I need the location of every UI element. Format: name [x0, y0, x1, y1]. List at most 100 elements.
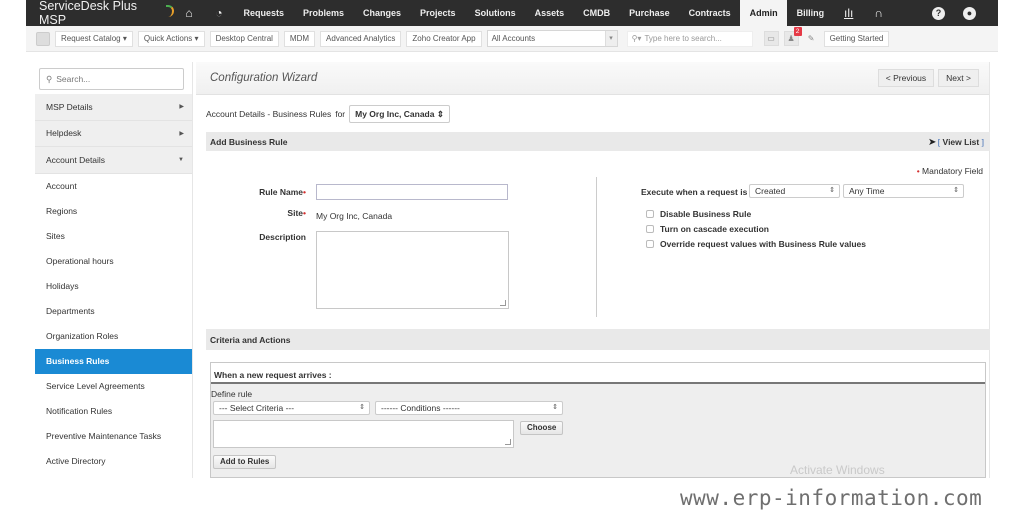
advanced-analytics-button[interactable]: Advanced Analytics [320, 30, 402, 47]
sidebar-item-active-directory[interactable]: Active Directory [35, 449, 192, 474]
sidebar-group-account-details[interactable]: Account Details ▼ [35, 147, 192, 174]
nav-billing[interactable]: Billing [787, 0, 834, 26]
sidebar-item-account[interactable]: Account [35, 174, 192, 199]
previous-label: Previous [893, 73, 927, 83]
nav-changes[interactable]: Changes [354, 0, 411, 26]
rule-name-input[interactable] [316, 184, 508, 200]
user-settings-icon[interactable]: ● [963, 6, 976, 20]
page-title: Configuration Wizard [210, 72, 318, 84]
sidebar-item-departments[interactable]: Departments [35, 299, 192, 324]
select-criteria-value: --- Select Criteria --- [219, 403, 295, 413]
wizard-header: Configuration Wizard < Previous Next > [196, 62, 989, 95]
cascade-checkbox[interactable] [646, 225, 654, 233]
description-textarea[interactable] [316, 231, 509, 309]
add-business-rule-header: Add Business Rule [ View List ] [206, 132, 990, 151]
group-label: Account Details [46, 154, 106, 165]
nav-purchase[interactable]: Purchase [620, 0, 680, 26]
override-checkbox[interactable] [646, 240, 654, 248]
criteria-value-textarea[interactable] [213, 420, 514, 448]
sidebar-item-notification-rules[interactable]: Notification Rules [35, 399, 192, 424]
execute-time-value: Any Time [849, 186, 885, 196]
notification-badge: 2 [793, 27, 802, 36]
chevron-down-icon: ▾ [604, 31, 617, 46]
execute-event-value: Created [755, 186, 786, 196]
nav-contracts[interactable]: Contracts [679, 0, 740, 26]
global-search-input[interactable]: ⚲▾ Type here to search... [626, 30, 753, 47]
up-down-icon: ⇕ [436, 109, 444, 119]
override-values-option[interactable]: Override request values with Business Ru… [646, 239, 866, 249]
next-button[interactable]: Next > [938, 69, 979, 87]
sidebar-group-msp-details[interactable]: MSP Details ▶ [35, 94, 192, 121]
nav-assets[interactable]: Assets [525, 0, 574, 26]
cascade-execution-option[interactable]: Turn on cascade execution [646, 224, 769, 234]
reminders-icon[interactable]: ▭ [763, 31, 779, 46]
mdm-button[interactable]: MDM [283, 30, 316, 47]
group-label: Helpdesk [46, 128, 82, 139]
nav-projects[interactable]: Projects [411, 0, 466, 26]
sidebar-item-operational-hours[interactable]: Operational hours [35, 249, 192, 274]
chevron-right-icon: ▶ [179, 130, 184, 137]
zoho-creator-button[interactable]: Zoho Creator App [406, 30, 482, 47]
accounts-select[interactable]: All Accounts ▾ [486, 30, 618, 47]
context-label: Account Details - Business Rules [206, 109, 332, 119]
edit-icon[interactable]: ✎ [803, 31, 819, 46]
sidebar-search-input[interactable]: ⚲ Search... [39, 68, 184, 90]
nav-cmdb[interactable]: CMDB [574, 0, 620, 26]
desktop-central-button[interactable]: Desktop Central [209, 30, 279, 47]
chevron-left-icon: < [885, 73, 891, 83]
site-value: My Org Inc, Canada [316, 211, 393, 221]
notifications-icon[interactable]: ♟ 2 [783, 27, 802, 46]
sidebar-item-business-rules[interactable]: Business Rules [35, 348, 192, 374]
criteria-box: When a new request arrives : Define rule… [210, 362, 986, 478]
sidebar-item-holidays[interactable]: Holidays [35, 274, 192, 299]
define-rule-label: Define rule [211, 389, 253, 399]
select-criteria-dropdown[interactable]: --- Select Criteria --- ⇕ [213, 401, 370, 415]
request-catalog-label: Request Catalog [61, 33, 121, 43]
conditions-dropdown[interactable]: ------ Conditions ------ ⇕ [375, 401, 563, 415]
sidebar-item-sites[interactable]: Sites [35, 224, 192, 249]
add-to-rules-button[interactable]: Add to Rules [213, 455, 277, 469]
required-marker: • [916, 166, 920, 176]
sidebar-item-service-level-agreements[interactable]: Service Level Agreements [35, 374, 192, 399]
nav-solutions[interactable]: Solutions [465, 0, 525, 26]
getting-started-button[interactable]: Getting Started [823, 30, 890, 47]
activate-windows-watermark: Activate Windows [790, 463, 885, 477]
execute-event-select[interactable]: Created ⇕ [749, 184, 840, 198]
view-list-label: View List [942, 136, 980, 147]
new-request-icon[interactable] [36, 31, 50, 46]
chevron-right-icon: > [966, 73, 971, 83]
checkbox-label: Turn on cascade execution [660, 224, 769, 234]
chevron-down-icon: ▼ [178, 156, 184, 163]
group-label: MSP Details [46, 101, 93, 112]
dashboard-icon[interactable]: ◔ [204, 6, 234, 20]
sidebar-item-preventive-maintenance[interactable]: Preventive Maintenance Tasks [35, 424, 192, 449]
up-down-icon: ⇕ [953, 187, 959, 194]
view-list-link[interactable]: [ View List ] [938, 137, 984, 147]
previous-button[interactable]: < Previous [877, 69, 935, 87]
request-catalog-button[interactable]: Request Catalog ▾ [55, 30, 133, 47]
disable-rule-checkbox[interactable] [646, 210, 654, 218]
quick-actions-button[interactable]: Quick Actions ▾ [137, 30, 205, 47]
sidebar-item-regions[interactable]: Regions [35, 199, 192, 224]
account-select[interactable]: My Org Inc, Canada ⇕ [349, 105, 450, 123]
choose-button[interactable]: Choose [520, 421, 564, 435]
nav-admin[interactable]: Admin [740, 0, 788, 26]
sidebar-item-organization-roles[interactable]: Organization Roles [35, 324, 192, 349]
bracket-right: ] [981, 136, 984, 147]
nav-requests[interactable]: Requests [234, 0, 294, 26]
execute-time-select[interactable]: Any Time ⇕ [843, 184, 964, 198]
reports-icon[interactable]: ılı [834, 6, 864, 20]
toolbar: Request Catalog ▾ Quick Actions ▾ Deskto… [26, 26, 998, 52]
brand-name: ServiceDesk Plus MSP [39, 0, 137, 27]
support-icon[interactable]: ∩ [864, 6, 894, 20]
brand-logo[interactable]: ServiceDesk Plus MSP [26, 0, 174, 27]
disable-business-rule-option[interactable]: Disable Business Rule [646, 209, 751, 219]
nav-right-icons: ? ● [932, 6, 998, 20]
sidebar-group-helpdesk[interactable]: Helpdesk ▶ [35, 120, 192, 147]
sidebar-search-placeholder: Search... [56, 74, 91, 84]
description-label: Description [259, 232, 306, 242]
criteria-actions-header: Criteria and Actions [206, 329, 990, 350]
home-icon[interactable]: ⌂ [174, 6, 204, 20]
help-icon[interactable]: ? [932, 6, 945, 20]
nav-problems[interactable]: Problems [294, 0, 354, 26]
